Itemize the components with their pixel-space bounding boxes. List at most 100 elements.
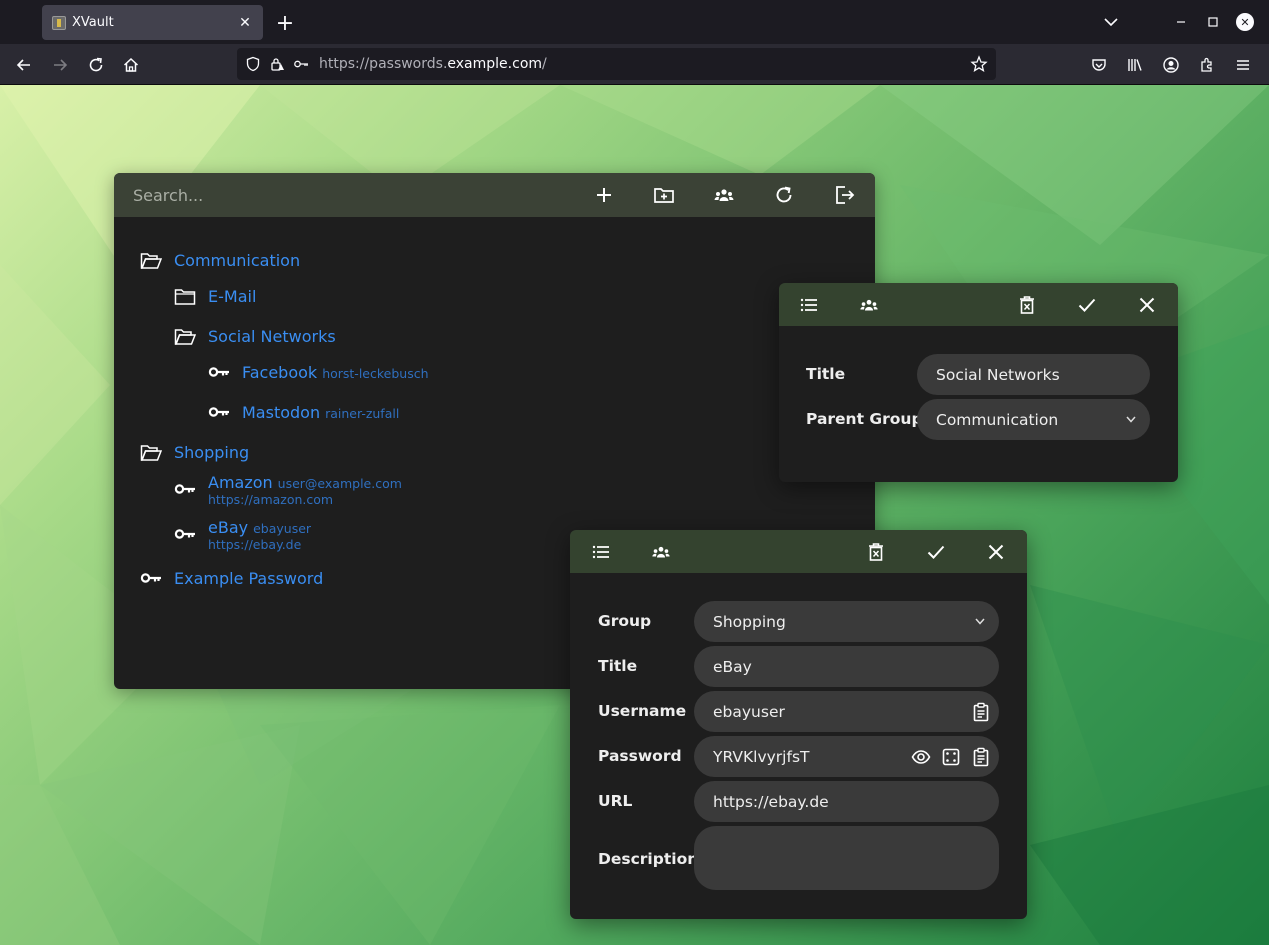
add-entry-button[interactable]	[588, 180, 620, 210]
close-icon	[1139, 297, 1155, 313]
browser-navbar: https://passwords.example.com/	[0, 44, 1269, 85]
generate-password-button[interactable]	[939, 745, 963, 769]
tree-label: Social Networks	[208, 327, 336, 346]
list-icon	[592, 545, 609, 559]
save-group-button[interactable]	[1072, 291, 1102, 319]
refresh-button[interactable]	[768, 180, 800, 210]
app-menu-button[interactable]	[1225, 50, 1261, 80]
tree-entry-amazon[interactable]: Amazon user@example.com https://amazon.co…	[174, 473, 402, 507]
shield-icon[interactable]	[245, 56, 261, 72]
entry-url-input[interactable]	[694, 781, 999, 822]
tree-group-communication[interactable]: Communication	[140, 251, 300, 270]
eye-icon	[911, 749, 931, 764]
delete-group-button[interactable]	[1012, 291, 1042, 319]
key-icon[interactable]	[293, 56, 309, 72]
lock-warning-icon[interactable]	[269, 56, 285, 72]
dice-icon	[942, 748, 960, 765]
tree-entry-example-password[interactable]: Example Password	[140, 569, 323, 588]
hamburger-menu-icon	[1237, 60, 1249, 70]
chevron-down-icon	[1104, 18, 1118, 27]
details-tab-button[interactable]	[586, 538, 616, 566]
permissions-tab-button[interactable]	[854, 291, 884, 319]
tree-username: ebayuser	[253, 521, 312, 536]
copy-username-button[interactable]	[969, 700, 993, 724]
group-title-field[interactable]	[917, 354, 1150, 395]
logout-button[interactable]	[828, 180, 860, 210]
url-bar[interactable]: https://passwords.example.com/	[237, 48, 996, 80]
window-close-button[interactable]: ✕	[1229, 6, 1261, 38]
key-icon	[140, 570, 162, 588]
close-group-dialog-button[interactable]	[1132, 291, 1162, 319]
minimize-button[interactable]	[1165, 6, 1197, 38]
account-button[interactable]	[1153, 50, 1189, 80]
close-entry-dialog-button[interactable]	[981, 538, 1011, 566]
tree-entry-facebook[interactable]: Facebook horst-leckebusch	[208, 363, 429, 382]
entry-username-field[interactable]	[694, 691, 999, 732]
tree-label: E-Mail	[208, 287, 257, 306]
save-entry-button[interactable]	[921, 538, 951, 566]
list-all-tabs-button[interactable]	[1095, 6, 1127, 38]
add-group-button[interactable]	[648, 180, 680, 210]
delete-entry-button[interactable]	[861, 538, 891, 566]
show-password-button[interactable]	[909, 745, 933, 769]
pocket-button[interactable]	[1081, 50, 1117, 80]
minimize-icon	[1177, 21, 1185, 23]
tree-label: Mastodon	[242, 403, 321, 422]
extensions-button[interactable]	[1189, 50, 1225, 80]
bookmark-star-icon[interactable]	[970, 55, 988, 73]
tree-group-shopping[interactable]: Shopping	[140, 443, 249, 462]
clipboard-icon	[973, 747, 989, 766]
manage-users-button[interactable]	[708, 180, 740, 210]
tab-close-icon[interactable]: ✕	[237, 15, 253, 31]
entry-password-input[interactable]	[694, 736, 909, 777]
entry-password-field[interactable]	[694, 736, 999, 777]
url-text[interactable]: https://passwords.example.com/	[319, 56, 547, 72]
entry-url-field[interactable]	[694, 781, 999, 822]
entry-description-field[interactable]	[694, 826, 999, 890]
search-input[interactable]	[114, 173, 554, 217]
title-label: Title	[598, 657, 638, 675]
entry-group-value: Shopping	[713, 612, 786, 631]
reload-button[interactable]	[81, 50, 111, 80]
parent-group-select[interactable]: Communication	[917, 399, 1150, 440]
entry-title-input[interactable]	[694, 646, 999, 687]
tree-username: user@example.com	[277, 476, 402, 491]
details-tab-button[interactable]	[794, 291, 824, 319]
trash-icon	[869, 543, 883, 561]
tree-group-email[interactable]: E-Mail	[174, 287, 256, 306]
home-button[interactable]	[116, 50, 146, 80]
browser-tabbar: XVault ✕ + ✕	[0, 0, 1269, 44]
maximize-button[interactable]	[1197, 6, 1229, 38]
copy-password-button[interactable]	[969, 745, 993, 769]
new-tab-button[interactable]: +	[271, 9, 299, 37]
browser-tab[interactable]: XVault ✕	[42, 5, 263, 40]
tree-group-social-networks[interactable]: Social Networks	[174, 327, 336, 346]
close-icon	[988, 544, 1004, 560]
tree-label: eBay	[208, 518, 249, 537]
entry-title-field[interactable]	[694, 646, 999, 687]
entry-group-select[interactable]: Shopping	[694, 601, 999, 642]
permissions-tab-button[interactable]	[646, 538, 676, 566]
folder-open-icon	[174, 328, 196, 346]
entry-description-value	[694, 826, 999, 890]
key-icon	[208, 404, 230, 422]
tree-username: horst-leckebusch	[322, 366, 429, 381]
group-title-input[interactable]	[917, 354, 1150, 395]
forward-button[interactable]	[45, 50, 75, 80]
arrow-right-icon	[54, 59, 68, 71]
users-group-icon	[652, 546, 670, 558]
users-group-icon	[714, 189, 734, 201]
tree-entry-mastodon[interactable]: Mastodon rainer-zufall	[208, 403, 399, 422]
back-button[interactable]	[9, 50, 39, 80]
checkmark-icon	[1078, 298, 1096, 312]
description-label: Description	[598, 850, 699, 868]
library-button[interactable]	[1117, 50, 1153, 80]
clipboard-icon	[973, 702, 989, 721]
url-prefix: https://passwords.	[319, 56, 448, 72]
entry-username-input[interactable]	[694, 691, 969, 732]
title-row: Title	[806, 365, 845, 383]
key-icon	[174, 481, 196, 499]
tree-entry-ebay[interactable]: eBay ebayuser https://ebay.de	[174, 518, 311, 552]
folder-open-icon	[140, 444, 162, 462]
folder-open-icon	[140, 252, 162, 270]
